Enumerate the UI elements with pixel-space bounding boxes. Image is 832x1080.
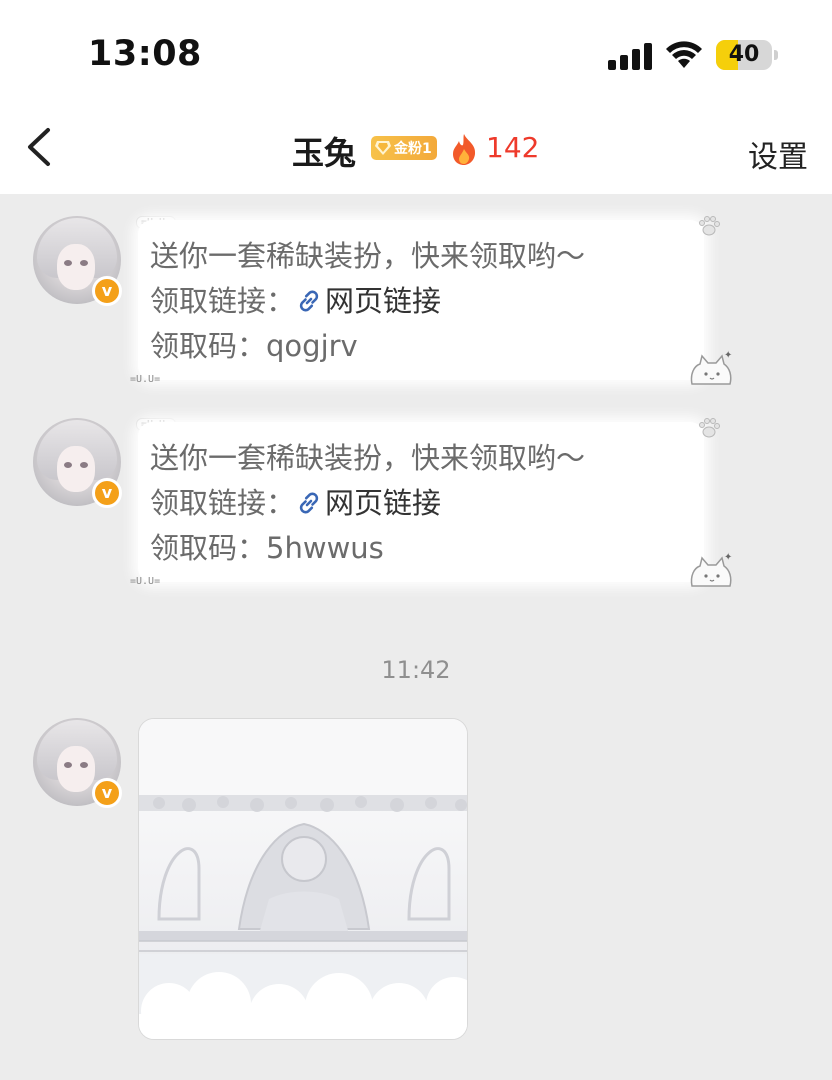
message-bubble[interactable]: =U.U= 送你一套稀缺装扮，快来领取哟～ 领取链接： 网页链接 领取码：5hww…	[130, 416, 734, 600]
cat-sticker-icon: ✦	[690, 350, 732, 385]
code-value: 5hwwus	[266, 531, 384, 565]
web-link[interactable]: 网页链接	[295, 284, 441, 318]
decoration-preview-image	[139, 719, 467, 1039]
bubble-decor-footer: =U.U=	[130, 576, 161, 587]
link-icon	[299, 290, 319, 312]
message-timestamp: 11:42	[381, 656, 451, 684]
signal-bars-icon	[608, 42, 652, 70]
sender-avatar[interactable]: v	[33, 718, 122, 808]
link-text: 网页链接	[325, 486, 442, 520]
svg-text:✦: ✦	[724, 552, 732, 563]
verified-v-badge-icon: v	[92, 478, 122, 508]
back-button[interactable]	[18, 122, 62, 172]
web-link[interactable]: 网页链接	[295, 486, 441, 520]
message-bubble[interactable]: =U.U= 送你一套稀缺装扮，快来领取哟～ 领取链接： 网页链接 领取码：qogj…	[130, 214, 734, 398]
status-time: 13:08	[88, 34, 202, 74]
paw-print-icon	[699, 216, 720, 236]
flame-icon	[453, 134, 476, 165]
link-label: 领取链接：	[150, 486, 296, 520]
message-line: 送你一套稀缺装扮，快来领取哟～	[150, 239, 586, 273]
chat-header: 玉兔 金粉1 142 设置	[0, 100, 832, 194]
sender-avatar[interactable]: v	[33, 418, 122, 508]
status-bar: 13:08 40	[0, 0, 832, 100]
contact-name[interactable]: 玉兔	[292, 128, 356, 174]
verified-v-badge-icon: v	[92, 778, 122, 808]
code-label: 领取码：	[150, 329, 267, 363]
gem-icon	[375, 141, 391, 155]
cat-sticker-icon: ✦	[690, 552, 732, 587]
bubble-decor-footer: =U.U=	[130, 374, 161, 385]
code-value: qogjrv	[266, 329, 358, 363]
paw-print-icon	[699, 418, 720, 438]
wifi-icon	[666, 41, 702, 68]
link-label: 领取链接：	[150, 284, 296, 318]
heat-count: 142	[486, 131, 540, 164]
code-label: 领取码：	[150, 531, 267, 565]
link-icon	[299, 492, 319, 514]
fan-level-badge: 金粉1	[371, 136, 437, 160]
battery-level: 40	[728, 42, 760, 67]
fan-badge-label: 金粉1	[394, 141, 432, 157]
verified-v-badge-icon: v	[92, 276, 122, 306]
battery-icon: 40	[716, 40, 778, 70]
link-text: 网页链接	[325, 284, 442, 318]
settings-button[interactable]: 设置	[748, 132, 808, 176]
sender-avatar[interactable]: v	[33, 216, 122, 306]
message-line: 送你一套稀缺装扮，快来领取哟～	[150, 441, 586, 475]
image-message[interactable]	[138, 718, 468, 1040]
svg-text:✦: ✦	[724, 350, 732, 361]
